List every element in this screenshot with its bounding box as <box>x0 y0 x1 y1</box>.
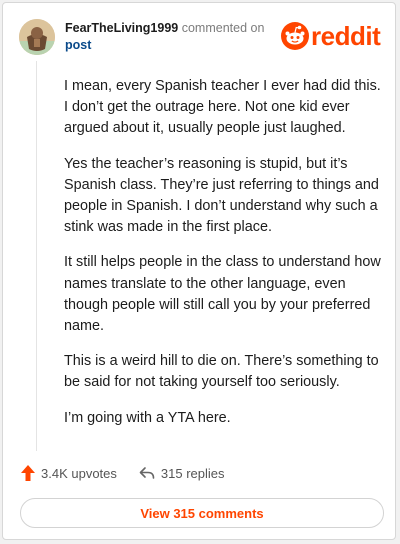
avatar-image <box>19 19 55 55</box>
comment-card: FearTheLiving1999 commented on post redd… <box>2 2 396 540</box>
reddit-wordmark: reddit <box>311 21 381 51</box>
comment-paragraph: I mean, every Spanish teacher I ever had… <box>64 78 381 137</box>
username[interactable]: FearTheLiving1999 <box>65 21 178 35</box>
view-comments-button[interactable]: View 315 comments <box>20 498 384 528</box>
thread-line[interactable] <box>36 61 37 451</box>
reply-button[interactable]: 315 replies <box>139 466 225 481</box>
comment-header: FearTheLiving1999 commented on post <box>65 20 275 54</box>
reddit-snoo-icon <box>281 22 309 50</box>
upvote-arrow-icon <box>21 465 35 481</box>
upvote-button[interactable]: 3.4K upvotes <box>21 465 117 481</box>
reply-arrow-icon <box>139 467 155 479</box>
comment-paragraph: I’m going with a YTA here. <box>64 409 231 426</box>
comment-paragraph: This is a weird hill to die on. There’s … <box>64 353 379 391</box>
reddit-logo[interactable]: reddit <box>281 17 381 55</box>
comment-actions: 3.4K upvotes 315 replies <box>21 462 247 484</box>
comment-body: I mean, every Spanish teacher I ever had… <box>64 76 382 443</box>
comment-paragraph: It still helps people in the class to un… <box>64 254 381 335</box>
comment-paragraph: Yes the teacher’s reasoning is stupid, b… <box>64 155 379 236</box>
upvote-count: 3.4K upvotes <box>41 465 117 481</box>
post-link[interactable]: post <box>65 37 275 54</box>
reply-count: 315 replies <box>160 465 225 481</box>
comment-action-text: commented on <box>181 21 265 35</box>
user-avatar[interactable] <box>19 19 55 55</box>
